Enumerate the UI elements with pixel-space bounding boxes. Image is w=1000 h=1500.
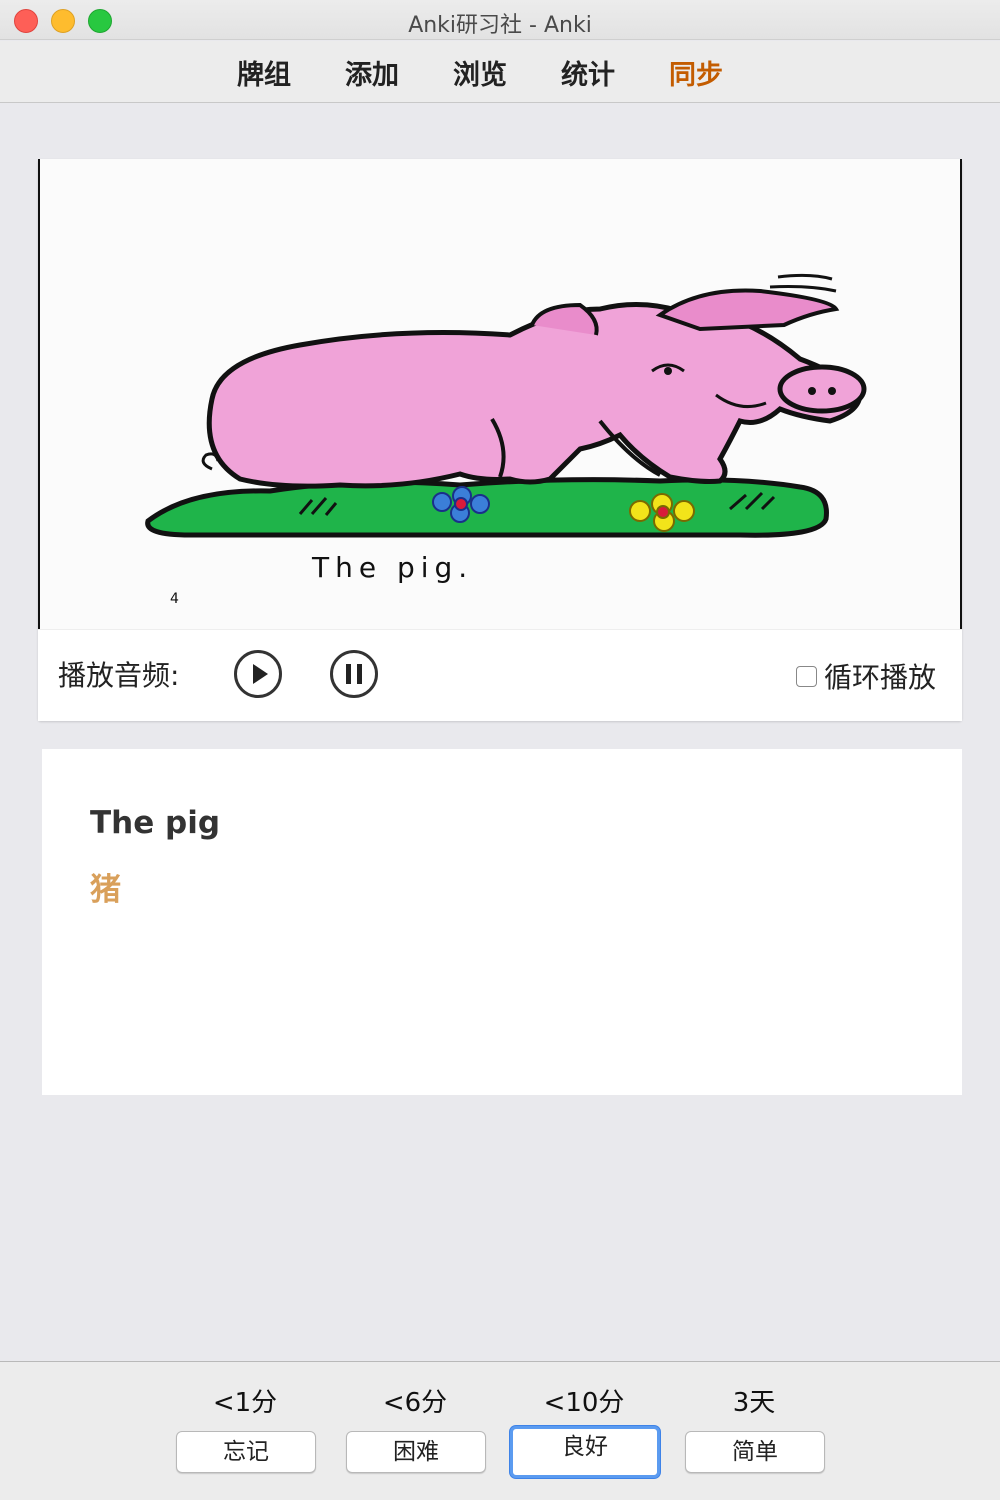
audio-label: 播放音频: [58, 659, 180, 692]
menu-stats[interactable]: 统计 [561, 53, 615, 92]
answer-bar: <1分 <6分 <10分 3天 忘记 困难 良好 简单 [0, 1361, 1000, 1500]
card-answer-panel: The pig 猪 [42, 749, 962, 1095]
interval-easy: 3天 [732, 1388, 776, 1418]
audio-controls: 播放音频: 循环播放 [38, 629, 962, 721]
title-bar: Anki研习社 - Anki [0, 0, 1000, 40]
again-button[interactable]: 忘记 [176, 1431, 316, 1473]
menu-sync[interactable]: 同步 [669, 53, 723, 92]
card-image: The pig. 4 [38, 159, 962, 629]
pause-audio-button[interactable] [330, 650, 378, 698]
play-audio-button[interactable] [234, 650, 282, 698]
play-circle-icon [253, 664, 268, 684]
anki-window: Anki研习社 - Anki 牌组 添加 浏览 统计 同步 The pig. 4… [0, 0, 1000, 1500]
menu-add[interactable]: 添加 [345, 53, 399, 92]
card-media-panel: The pig. 4 播放音频: 循环播放 [38, 159, 962, 721]
menu-decks[interactable]: 牌组 [237, 53, 291, 92]
good-button[interactable]: 良好 [510, 1426, 660, 1478]
pause-circle-icon [346, 664, 362, 684]
hard-button[interactable]: 困难 [346, 1431, 486, 1473]
interval-good: <10分 [543, 1388, 625, 1418]
window-title: Anki研习社 - Anki [408, 13, 592, 38]
loop-checkbox[interactable] [796, 666, 817, 687]
image-caption: The pig. [311, 551, 473, 584]
card-meaning: 猪 [90, 872, 121, 908]
interval-hard: <6分 [382, 1388, 448, 1418]
top-toolbar: 牌组 添加 浏览 统计 同步 [0, 41, 1000, 103]
card-word: The pig [90, 805, 221, 841]
interval-again: <1分 [212, 1388, 278, 1418]
easy-button[interactable]: 简单 [685, 1431, 825, 1473]
loop-label: 循环播放 [824, 661, 937, 694]
pig-illustration: The pig. 4 [145, 273, 867, 607]
image-page-number: 4 [170, 591, 179, 607]
menu-browse[interactable]: 浏览 [453, 53, 507, 92]
